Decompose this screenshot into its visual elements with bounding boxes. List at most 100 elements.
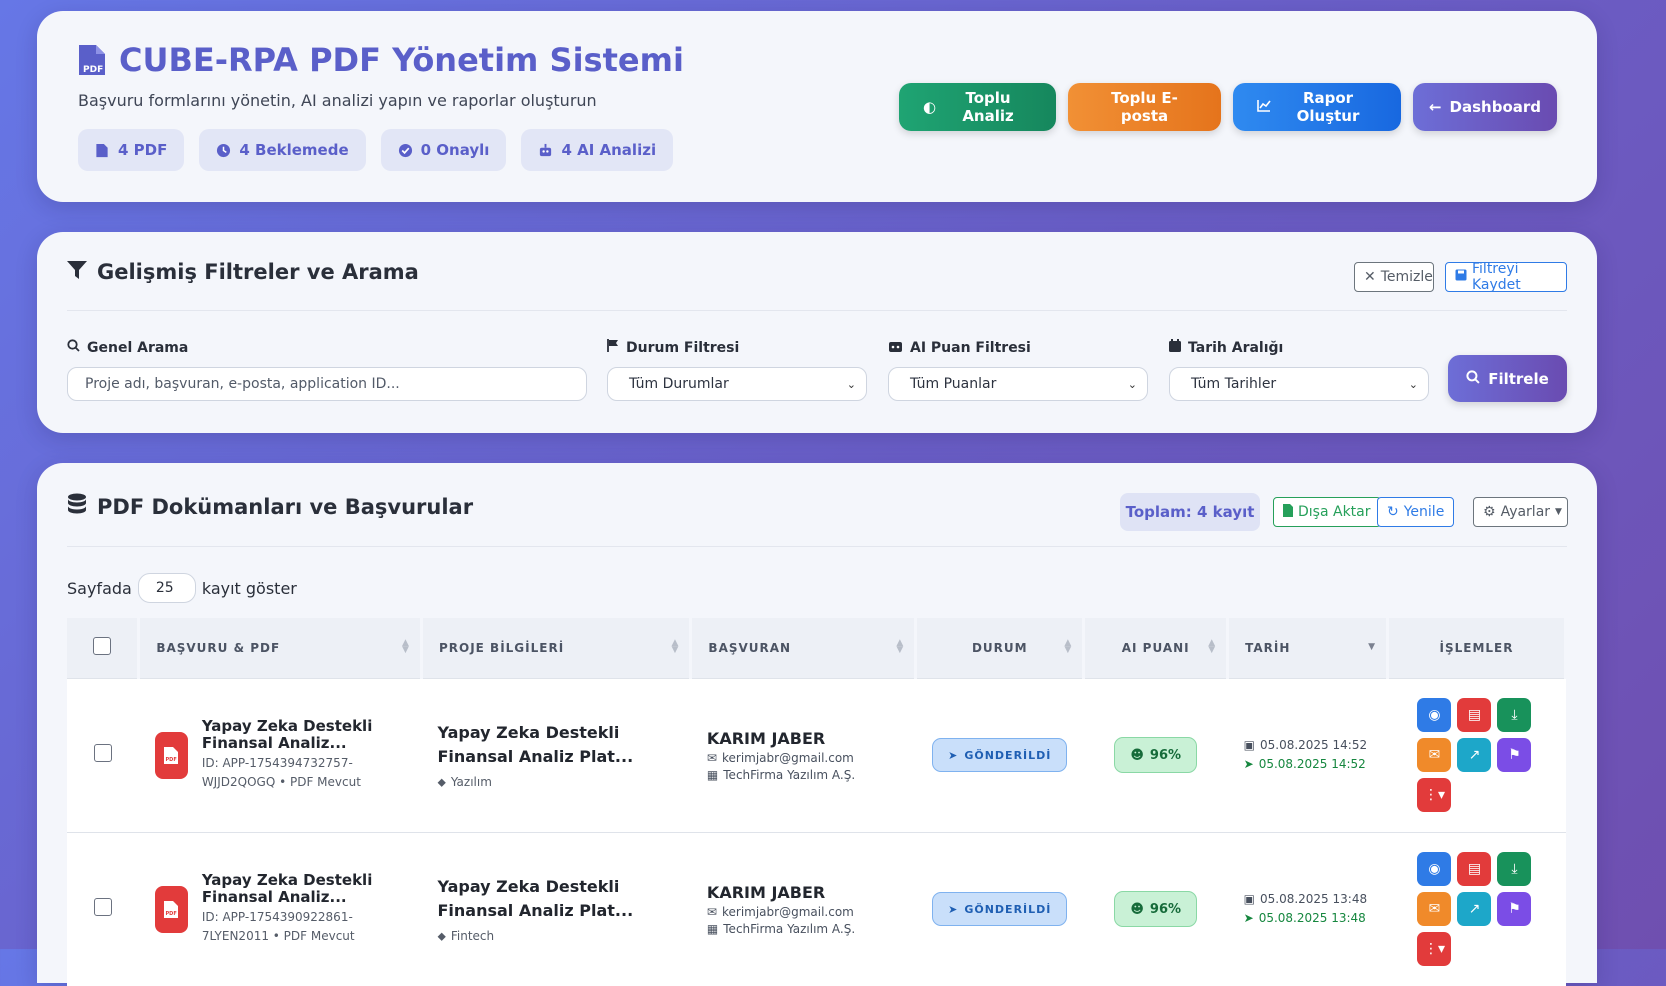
- filter-button[interactable]: Filtrele: [1448, 355, 1567, 402]
- export-button[interactable]: Dışa Aktar: [1273, 497, 1381, 527]
- status-badge-text: GÖNDERİLDİ: [964, 902, 1052, 916]
- search-input[interactable]: Proje adı, başvuran, e-posta, applicatio…: [67, 367, 587, 401]
- envelope-icon: ✉: [706, 904, 717, 919]
- row-checkbox[interactable]: [93, 744, 112, 762]
- bulk-analysis-button[interactable]: ◐ Toplu Analiz: [899, 83, 1056, 131]
- view-button[interactable]: ◉: [1417, 698, 1452, 732]
- download-button[interactable]: ⤓: [1497, 698, 1532, 732]
- more-actions-button[interactable]: ⋮▾: [1417, 778, 1452, 812]
- eye-icon: ◉: [1428, 707, 1441, 723]
- settings-label: Ayarlar: [1500, 504, 1551, 520]
- application-name[interactable]: Yapay Zeka Destekli Finansal Analiz...: [202, 872, 406, 906]
- save-filter-button[interactable]: Filtreyi Kaydet: [1445, 261, 1567, 293]
- file-pdf-icon: [95, 143, 110, 158]
- app-title: PDF CUBE-RPA PDF Yönetim Sistemi: [77, 41, 684, 79]
- col-application[interactable]: BAŞVURU & PDF ▲ ▼: [138, 618, 423, 678]
- chevron-down-icon: ⌄: [1408, 377, 1418, 391]
- refresh-label: Yenile: [1403, 504, 1445, 520]
- save-filter-label: Filtreyi Kaydet: [1472, 261, 1521, 293]
- per-page-control: Sayfada 25 kayıt göster: [67, 573, 297, 603]
- bulk-email-label: Toplu E-posta: [1111, 89, 1178, 125]
- analysis-chart-button[interactable]: ↗: [1457, 892, 1492, 927]
- col-date[interactable]: TARİH ▼: [1227, 618, 1389, 678]
- application-id-line2: 7LYEN2011 • PDF Mevcut: [201, 929, 355, 944]
- robot-icon: [538, 143, 553, 158]
- status-badge: ➤ GÖNDERİLDİ: [932, 738, 1068, 772]
- per-page-input[interactable]: 25: [137, 573, 196, 603]
- clear-filters-button[interactable]: ✕ Temizle: [1354, 262, 1434, 292]
- table-row[interactable]: PDF Yapay Zeka Destekli Finansal Analiz.…: [67, 832, 1566, 986]
- application-id-line1: ID: APP-1754390922861-: [201, 910, 353, 925]
- date-filter-value: Tüm Tarihler: [1191, 376, 1277, 392]
- view-button[interactable]: ◉: [1417, 852, 1452, 887]
- filters-title: Gelişmiş Filtreler ve Arama: [67, 260, 419, 284]
- bulk-analysis-label: Toplu Analiz: [962, 89, 1014, 125]
- filters-title-text: Gelişmiş Filtreler ve Arama: [97, 260, 419, 284]
- col-application-label: BAŞVURU & PDF: [156, 640, 281, 655]
- dashboard-button[interactable]: ← Dashboard: [1413, 83, 1557, 131]
- ai-filter-select[interactable]: Tüm Puanlar ⌄: [888, 367, 1148, 401]
- per-page-suffix: kayıt göster: [201, 578, 297, 598]
- row-checkbox[interactable]: [93, 898, 112, 917]
- stat-ai: 4 AI Analizi: [521, 129, 674, 171]
- col-status[interactable]: DURUM ▲ ▼: [915, 618, 1086, 678]
- created-date: ▣ 05.08.2025 14:52: [1244, 736, 1372, 755]
- bulk-email-button[interactable]: Toplu E-posta: [1068, 83, 1221, 131]
- application-id: ID: APP-1754394732757- WJJD2QOGQ • PDF M…: [202, 754, 406, 792]
- sort-icon: ▲ ▼: [1064, 638, 1073, 655]
- send-email-button[interactable]: ✉: [1417, 738, 1452, 772]
- search-label: Genel Arama: [67, 339, 188, 356]
- stat-approved: 0 Onaylı: [380, 129, 507, 171]
- date-filter-select[interactable]: Tüm Tarihler ⌄: [1169, 367, 1429, 401]
- svg-text:PDF: PDF: [83, 65, 103, 75]
- status-filter-label: Durum Filtresi: [607, 339, 739, 356]
- status-filter-select[interactable]: Tüm Durumlar ⌄: [607, 367, 867, 401]
- col-project-label: PROJE BİLGİLERİ: [438, 640, 565, 655]
- divider: [67, 310, 1567, 311]
- documents-table: BAŞVURU & PDF ▲ ▼ PROJE BİLGİLERİ ▲ ▼ BAŞVUR…: [67, 618, 1568, 986]
- robot-icon: [888, 339, 903, 356]
- analysis-chart-button[interactable]: ↗: [1457, 738, 1492, 772]
- check-circle-icon: [398, 143, 413, 158]
- col-ai-score[interactable]: AI PUANI ▲ ▼: [1083, 618, 1230, 678]
- send-email-button[interactable]: ✉: [1417, 892, 1452, 927]
- sort-icon: ▲ ▼: [402, 638, 410, 655]
- applicant-email-text: kerimjabr@gmail.com: [721, 904, 854, 919]
- select-all-checkbox[interactable]: [93, 637, 112, 656]
- total-count-badge: Toplam: 4 kayıt: [1120, 493, 1260, 531]
- sort-desc-icon: ▼: [1368, 642, 1376, 652]
- envelope-icon: ✉: [1428, 901, 1441, 918]
- table-row[interactable]: PDF Yapay Zeka Destekli Finansal Analiz.…: [67, 678, 1566, 832]
- ellipsis-vertical-icon: ⋮▾: [1423, 787, 1445, 803]
- documents-card: PDF Dokümanları ve Başvurular Toplam: 4 …: [37, 463, 1597, 986]
- create-report-button[interactable]: Rapor Oluştur: [1233, 83, 1401, 131]
- gear-icon: ⚙: [1483, 504, 1496, 520]
- application-name[interactable]: Yapay Zeka Destekli Finansal Analiz...: [202, 718, 406, 752]
- flag-icon: [607, 339, 619, 356]
- search-icon: [1466, 369, 1480, 388]
- download-button[interactable]: ⤓: [1497, 852, 1532, 887]
- col-project[interactable]: PROJE BİLGİLERİ ▲ ▼: [421, 618, 693, 678]
- sent-date: ➤ 05.08.2025 14:52: [1244, 755, 1372, 774]
- application-id-line2: WJJD2QOGQ • PDF Mevcut: [201, 775, 361, 789]
- applicant-company: ▦ TechFirma Yazılım A.Ş.: [707, 922, 900, 936]
- col-actions-label: İŞLEMLER: [1439, 640, 1514, 655]
- refresh-button[interactable]: ↻ Yenile: [1377, 497, 1455, 527]
- close-icon: ✕: [1364, 269, 1376, 285]
- flag-button[interactable]: ⚑: [1497, 738, 1532, 772]
- paper-plane-icon: ➤: [1243, 757, 1254, 771]
- view-pdf-button[interactable]: ▤: [1457, 852, 1492, 887]
- sort-icon: ▲ ▼: [671, 638, 680, 655]
- settings-dropdown[interactable]: ⚙ Ayarlar ▼: [1473, 497, 1568, 527]
- col-applicant[interactable]: BAŞVURAN ▲ ▼: [690, 618, 918, 678]
- sent-date: ➤ 05.08.2025 13:48: [1244, 909, 1372, 928]
- project-name: Yapay Zeka Destekli Finansal Analiz Plat…: [437, 876, 634, 920]
- more-actions-button[interactable]: ⋮▾: [1417, 932, 1452, 967]
- status-filter-value: Tüm Durumlar: [629, 376, 729, 392]
- calendar-icon: ▣: [1243, 738, 1255, 752]
- search-placeholder: Proje adı, başvuran, e-posta, applicatio…: [85, 376, 400, 392]
- flag-button[interactable]: ⚑: [1497, 892, 1532, 927]
- view-pdf-button[interactable]: ▤: [1457, 698, 1492, 732]
- ai-score-text: 96%: [1149, 901, 1182, 917]
- paper-plane-icon: ➤: [948, 902, 959, 916]
